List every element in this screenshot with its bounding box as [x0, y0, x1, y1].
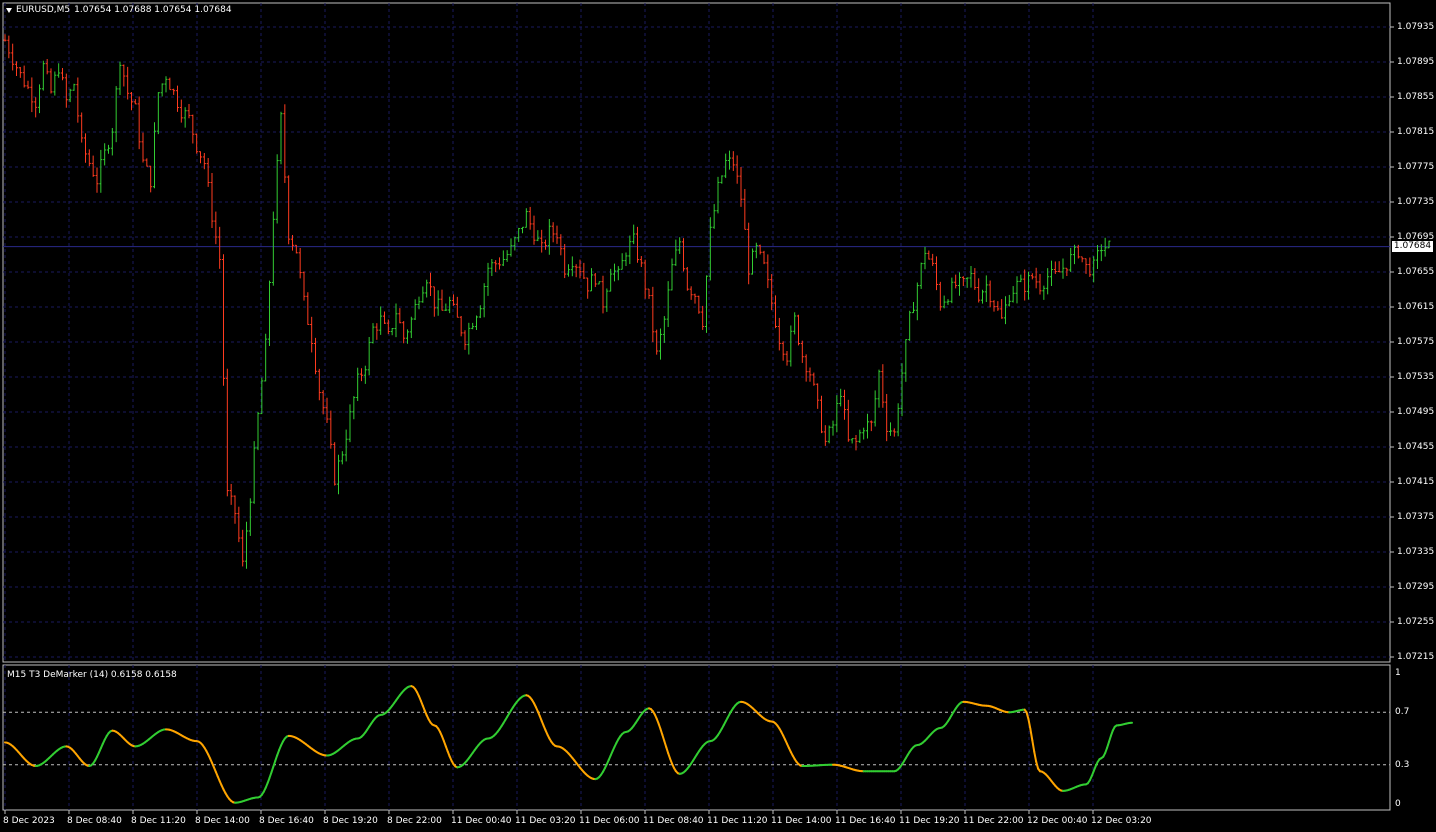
price-tick-label: 1.07575 [1397, 337, 1435, 347]
price-tick-label: 1.07255 [1397, 617, 1435, 627]
collapse-arrow-icon[interactable] [6, 7, 12, 13]
time-tick-label: 8 Dec 14:00 [195, 816, 250, 826]
demarker-segment [1029, 728, 1034, 742]
price-tick-label: 1.07295 [1397, 582, 1435, 592]
price-tick-label: 1.07415 [1397, 477, 1435, 487]
time-tick-label: 12 Dec 03:20 [1091, 816, 1152, 826]
indicator-header: M15 T3 DeMarker (14) 0.6158 0.6158 [7, 670, 177, 680]
time-tick-label: 11 Dec 03:20 [515, 816, 576, 826]
demarker-segment [1025, 711, 1030, 721]
demarker-segment [1035, 760, 1040, 770]
time-tick-label: 8 Dec 16:40 [259, 816, 314, 826]
indicator-level-label: 0 [1395, 799, 1401, 809]
price-tick-label: 1.07815 [1397, 127, 1435, 137]
price-tick-label: 1.07935 [1397, 22, 1435, 32]
demarker-segment [1031, 739, 1036, 753]
price-tick-label: 1.07655 [1397, 267, 1435, 277]
price-tick-label: 1.07615 [1397, 302, 1435, 312]
price-tick-label: 1.07215 [1397, 652, 1435, 662]
time-tick-label: 8 Dec 2023 [3, 816, 55, 826]
main-frame [2, 2, 1391, 663]
indicator-level-label: 1 [1395, 668, 1401, 678]
time-tick-label: 11 Dec 11:20 [707, 816, 768, 826]
time-tick-label: 11 Dec 00:40 [451, 816, 512, 826]
price-tick-label: 1.07775 [1397, 162, 1435, 172]
price-tick-label: 1.07495 [1397, 407, 1435, 417]
main-chart-header: EURUSD,M5 1.07654 1.07688 1.07654 1.0768… [6, 5, 232, 15]
time-tick-label: 12 Dec 00:40 [1027, 816, 1088, 826]
time-tick-label: 11 Dec 19:20 [899, 816, 960, 826]
chart-window[interactable]: EURUSD,M5 1.07654 1.07688 1.07654 1.0768… [0, 0, 1436, 832]
price-tick-label: 1.07535 [1397, 372, 1435, 382]
time-tick-label: 11 Dec 08:40 [643, 816, 704, 826]
current-price-label: 1.07684 [1392, 241, 1433, 252]
indicator-level-label: 0.3 [1395, 759, 1410, 770]
price-tick-label: 1.07735 [1397, 197, 1435, 207]
time-tick-label: 8 Dec 08:40 [67, 816, 122, 826]
price-tick-label: 1.07855 [1397, 92, 1435, 102]
price-tick-label: 1.07335 [1397, 547, 1435, 557]
chart-canvas[interactable] [0, 0, 1436, 832]
price-tick-label: 1.07375 [1397, 512, 1435, 522]
price-tick-label: 1.07695 [1397, 232, 1435, 242]
time-tick-label: 11 Dec 06:00 [579, 816, 640, 826]
time-tick-label: 8 Dec 11:20 [131, 816, 186, 826]
price-tick-label: 1.07455 [1397, 442, 1435, 452]
ohlc-values: 1.07654 1.07688 1.07654 1.07684 [74, 5, 232, 15]
price-tick-label: 1.07895 [1397, 57, 1435, 67]
time-tick-label: 11 Dec 16:40 [835, 816, 896, 826]
symbol-label: EURUSD,M5 [16, 5, 71, 15]
indicator-level-label: 0.7 [1395, 707, 1410, 718]
time-tick-label: 11 Dec 22:00 [963, 816, 1024, 826]
time-tick-label: 8 Dec 22:00 [387, 816, 442, 826]
demarker-segment [1033, 750, 1038, 763]
time-tick-label: 8 Dec 19:20 [323, 816, 378, 826]
indicator-frame [2, 664, 1391, 811]
time-tick-label: 11 Dec 14:00 [771, 816, 832, 826]
